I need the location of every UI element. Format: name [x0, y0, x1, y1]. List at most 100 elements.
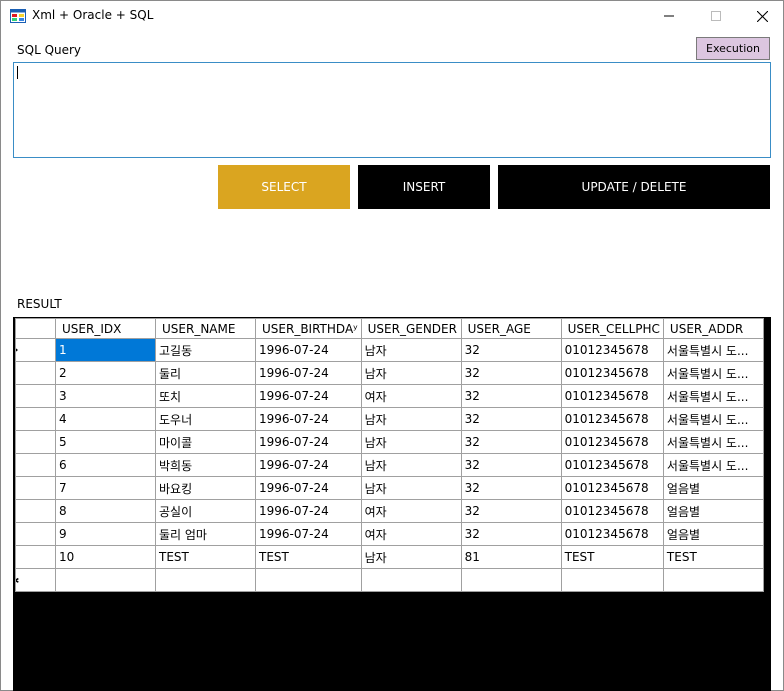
table-cell[interactable]: 얼음별 — [662, 476, 764, 500]
table-row[interactable]: 10 TEST TEST 남자 81 TEST TEST — [15, 545, 764, 569]
table-cell[interactable]: 32 — [460, 430, 562, 454]
table-row[interactable]: 9 둘리 엄마 1996-07-24 여자 32 01012345678 얼음별 — [15, 522, 764, 546]
row-header[interactable] — [15, 361, 56, 385]
column-header-user-cellphone[interactable]: USER_CELLPHC — [560, 318, 664, 339]
table-cell[interactable]: 고길동 — [155, 338, 256, 362]
update-delete-button[interactable]: UPDATE / DELETE — [498, 165, 770, 209]
table-cell[interactable]: 32 — [460, 522, 562, 546]
table-cell[interactable]: 서울특별시 도... — [662, 384, 764, 408]
table-cell[interactable]: 01012345678 — [560, 338, 664, 362]
table-cell[interactable] — [662, 568, 764, 592]
table-cell[interactable] — [255, 568, 362, 592]
table-cell[interactable]: 남자 — [360, 338, 462, 362]
table-cell[interactable]: 01012345678 — [560, 361, 664, 385]
table-cell[interactable]: 1996-07-24 — [255, 499, 362, 523]
table-cell[interactable]: TEST — [255, 545, 362, 569]
table-cell[interactable] — [560, 568, 664, 592]
table-cell[interactable]: 여자 — [360, 384, 462, 408]
table-cell[interactable]: 32 — [460, 384, 562, 408]
table-cell[interactable]: 1996-07-24 — [255, 384, 362, 408]
table-cell[interactable]: 01012345678 — [560, 430, 664, 454]
table-cell[interactable]: 얼음별 — [662, 522, 764, 546]
table-cell[interactable]: TEST — [662, 545, 764, 569]
table-cell[interactable] — [55, 568, 156, 592]
table-row[interactable]: 4 도우너 1996-07-24 남자 32 01012345678 서울특별시 도... — [15, 407, 764, 431]
table-cell[interactable]: 서울특별시 도... — [662, 453, 764, 477]
table-cell[interactable]: 01012345678 — [560, 407, 664, 431]
minimize-button[interactable] — [646, 1, 692, 31]
table-cell[interactable]: 01012345678 — [560, 522, 664, 546]
table-cell[interactable]: 3 — [55, 384, 156, 408]
table-cell[interactable]: 10 — [55, 545, 156, 569]
select-button[interactable]: SELECT — [218, 165, 350, 209]
close-button[interactable] — [739, 1, 784, 31]
table-cell[interactable] — [460, 568, 562, 592]
result-grid[interactable]: USER_IDX USER_NAME USER_BIRTHDAʸ USER_GE… — [13, 317, 771, 691]
column-header-user-gender[interactable]: USER_GENDER — [360, 318, 462, 339]
table-cell[interactable]: 9 — [55, 522, 156, 546]
table-cell[interactable] — [360, 568, 462, 592]
table-cell[interactable]: 여자 — [360, 499, 462, 523]
table-cell[interactable]: 남자 — [360, 361, 462, 385]
table-cell[interactable]: 8 — [55, 499, 156, 523]
table-cell[interactable]: 01012345678 — [560, 499, 664, 523]
table-cell[interactable]: 1996-07-24 — [255, 407, 362, 431]
table-row[interactable]: 7 바요킹 1996-07-24 남자 32 01012345678 얼음별 — [15, 476, 764, 500]
sql-query-input[interactable] — [13, 62, 771, 158]
table-row[interactable]: 2 둘리 1996-07-24 남자 32 01012345678 서울특별시 도... — [15, 361, 764, 385]
table-cell[interactable]: 01012345678 — [560, 453, 664, 477]
table-cell[interactable]: 4 — [55, 407, 156, 431]
table-row[interactable]: 1 고길동 1996-07-24 남자 32 01012345678 서울특별시 도... — [15, 338, 764, 362]
row-header[interactable] — [15, 499, 56, 523]
table-cell[interactable]: 서울특별시 도... — [662, 430, 764, 454]
insert-button[interactable]: INSERT — [358, 165, 490, 209]
new-row[interactable]: ✱ — [15, 568, 764, 592]
row-header[interactable] — [15, 522, 56, 546]
table-cell[interactable]: 남자 — [360, 407, 462, 431]
column-header-user-name[interactable]: USER_NAME — [155, 318, 256, 339]
row-header[interactable] — [15, 384, 56, 408]
new-row-header[interactable]: ✱ — [15, 568, 56, 592]
table-cell[interactable]: 바요킹 — [155, 476, 256, 500]
table-cell[interactable]: 도우너 — [155, 407, 256, 431]
table-cell[interactable]: 서울특별시 도... — [662, 361, 764, 385]
title-bar[interactable]: Xml + Oracle + SQL — [1, 1, 783, 31]
row-header[interactable] — [15, 545, 56, 569]
table-cell[interactable]: 2 — [55, 361, 156, 385]
table-cell[interactable]: 1996-07-24 — [255, 361, 362, 385]
table-cell[interactable]: 1996-07-24 — [255, 476, 362, 500]
row-header[interactable] — [15, 453, 56, 477]
row-header[interactable] — [15, 430, 56, 454]
result-table[interactable]: USER_IDX USER_NAME USER_BIRTHDAʸ USER_GE… — [15, 318, 764, 592]
table-row[interactable]: 6 박희동 1996-07-24 남자 32 01012345678 서울특별시 도... — [15, 453, 764, 477]
table-cell[interactable]: 서울특별시 도... — [662, 407, 764, 431]
table-cell[interactable]: 1996-07-24 — [255, 338, 362, 362]
table-cell[interactable]: 남자 — [360, 430, 462, 454]
table-cell[interactable]: 1996-07-24 — [255, 453, 362, 477]
table-cell[interactable]: 32 — [460, 361, 562, 385]
table-cell[interactable]: 서울특별시 도... — [662, 338, 764, 362]
table-cell[interactable]: 박희동 — [155, 453, 256, 477]
grid-corner-cell[interactable] — [15, 318, 56, 339]
table-row[interactable]: 3 또치 1996-07-24 여자 32 01012345678 서울특별시 도... — [15, 384, 764, 408]
table-cell[interactable]: 또치 — [155, 384, 256, 408]
table-cell[interactable]: 얼음별 — [662, 499, 764, 523]
column-header-user-addr[interactable]: USER_ADDR — [662, 318, 764, 339]
table-cell[interactable]: 공실이 — [155, 499, 256, 523]
execution-button[interactable]: Execution — [696, 37, 770, 60]
maximize-button[interactable] — [693, 1, 739, 31]
table-cell[interactable]: 81 — [460, 545, 562, 569]
table-cell[interactable]: 1996-07-24 — [255, 430, 362, 454]
row-header[interactable] — [15, 476, 56, 500]
table-cell[interactable]: 32 — [460, 407, 562, 431]
table-cell[interactable]: 01012345678 — [560, 476, 664, 500]
table-row[interactable]: 5 마이콜 1996-07-24 남자 32 01012345678 서울특별시 도... — [15, 430, 764, 454]
table-cell[interactable]: 32 — [460, 499, 562, 523]
table-cell[interactable]: 6 — [55, 453, 156, 477]
table-cell[interactable]: 둘리 — [155, 361, 256, 385]
column-header-user-birthday[interactable]: USER_BIRTHDAʸ — [255, 318, 362, 339]
table-cell[interactable]: 둘리 엄마 — [155, 522, 256, 546]
table-cell[interactable] — [155, 568, 256, 592]
table-row[interactable]: 8 공실이 1996-07-24 여자 32 01012345678 얼음별 — [15, 499, 764, 523]
column-header-user-age[interactable]: USER_AGE — [460, 318, 562, 339]
